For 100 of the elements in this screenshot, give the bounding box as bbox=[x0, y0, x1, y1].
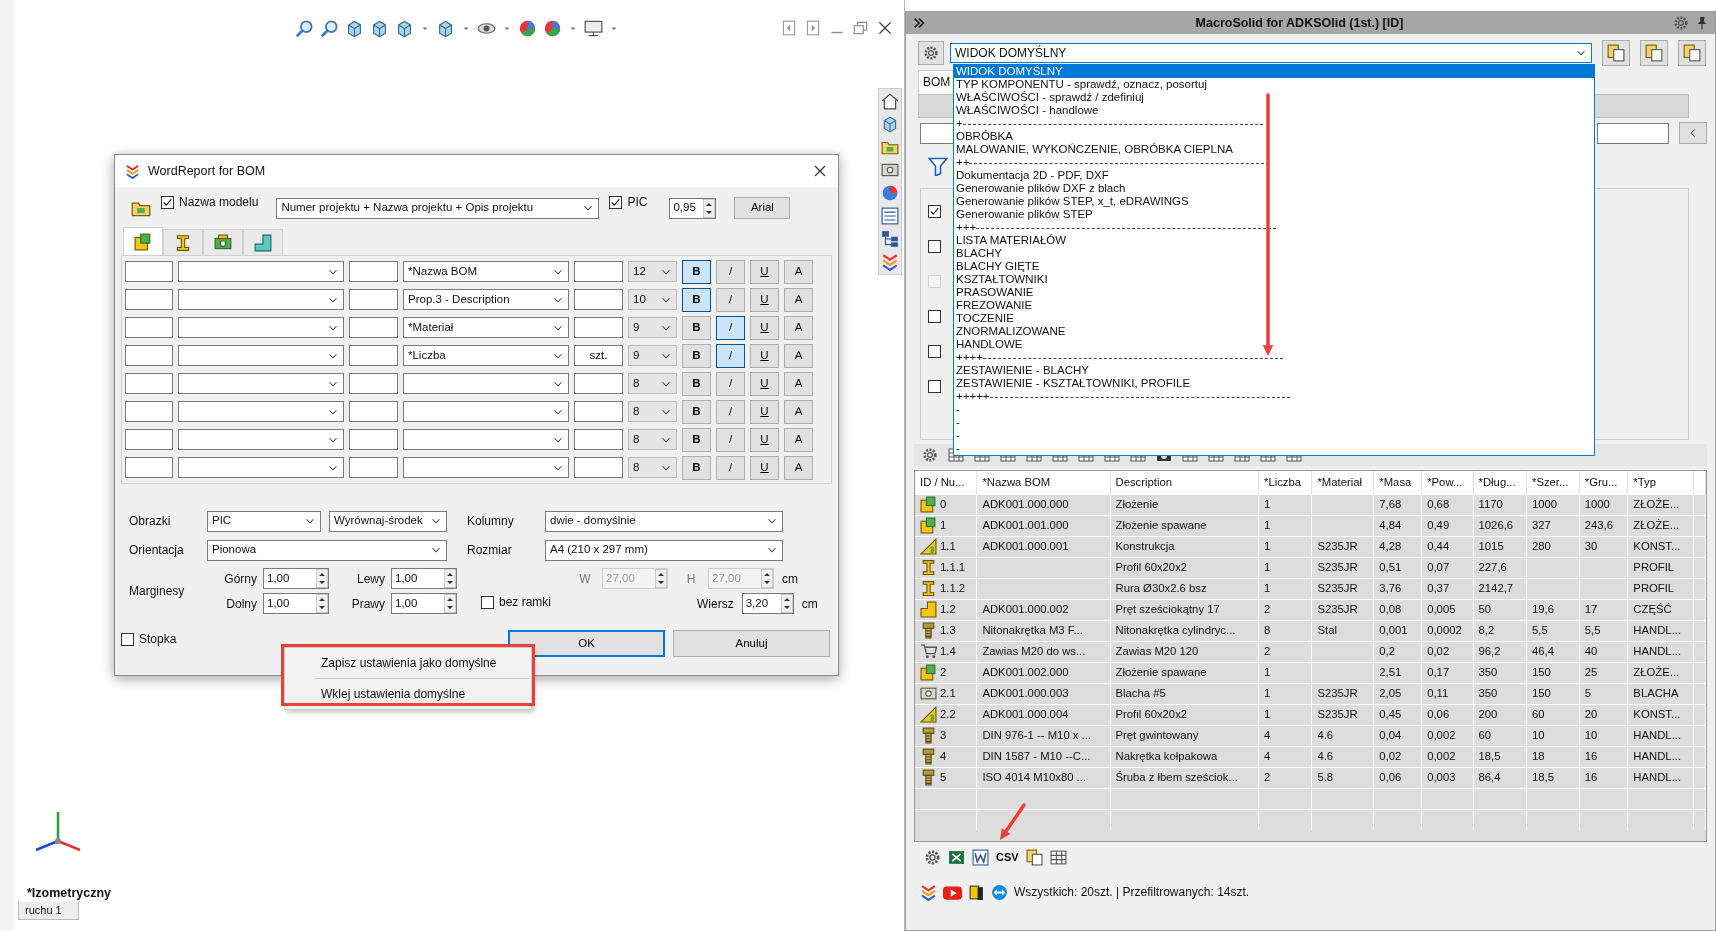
format-toggle[interactable]: U bbox=[750, 427, 779, 452]
text-field[interactable] bbox=[349, 261, 398, 282]
tab[interactable] bbox=[203, 229, 243, 255]
text-field[interactable] bbox=[574, 317, 623, 338]
tab[interactable] bbox=[243, 229, 283, 255]
tab[interactable]: BOM bbox=[918, 70, 956, 94]
dropdown[interactable] bbox=[178, 317, 344, 338]
dropdown-option[interactable]: PRASOWANIE bbox=[954, 286, 1594, 299]
sheet-tab[interactable]: ruchu 1 bbox=[18, 902, 79, 920]
format-toggle[interactable]: U bbox=[750, 455, 779, 480]
dropdown-option[interactable]: Generowanie plików DXF z blach bbox=[954, 182, 1594, 195]
text-field[interactable] bbox=[349, 373, 398, 394]
tree-icon[interactable] bbox=[881, 230, 899, 248]
text-field[interactable] bbox=[125, 457, 173, 478]
dropdown-option[interactable]: - bbox=[954, 429, 1594, 442]
dropdown[interactable] bbox=[178, 345, 344, 366]
text-field[interactable]: szt. bbox=[574, 345, 623, 366]
format-toggle[interactable]: A bbox=[784, 455, 813, 480]
dropdown-option[interactable]: BLACHY bbox=[954, 247, 1594, 260]
tab[interactable] bbox=[123, 227, 163, 255]
dropdown-option[interactable]: HANDLOWE bbox=[954, 338, 1594, 351]
format-toggle[interactable]: / bbox=[716, 399, 745, 424]
cube-icon[interactable] bbox=[881, 115, 899, 133]
settings-icon[interactable] bbox=[924, 848, 941, 866]
format-toggle[interactable]: A bbox=[784, 343, 813, 368]
format-toggle[interactable]: B bbox=[682, 371, 711, 396]
cube-icon[interactable] bbox=[395, 18, 414, 38]
dropdown[interactable] bbox=[403, 429, 569, 450]
text-field[interactable] bbox=[125, 345, 173, 366]
checkbox[interactable] bbox=[928, 205, 941, 218]
checkbox[interactable] bbox=[928, 380, 941, 393]
home-icon[interactable] bbox=[881, 92, 899, 110]
format-toggle[interactable]: / bbox=[716, 259, 745, 284]
format-toggle[interactable]: A bbox=[784, 371, 813, 396]
dropdown-option[interactable]: Dokumentacja 2D - PDF, DXF bbox=[954, 169, 1594, 182]
format-toggle[interactable]: U bbox=[750, 287, 779, 312]
zoom-area-icon[interactable] bbox=[320, 18, 339, 38]
dropdown[interactable]: WIDOK DOMYŚLNY bbox=[950, 42, 1592, 63]
dropdown-option[interactable]: OBRÓBKA bbox=[954, 130, 1594, 143]
remote-icon[interactable] bbox=[991, 883, 1008, 901]
book-icon[interactable] bbox=[968, 883, 985, 901]
text-field[interactable] bbox=[349, 317, 398, 338]
format-toggle[interactable]: A bbox=[784, 399, 813, 424]
cube-icon[interactable] bbox=[436, 18, 455, 38]
dropdown[interactable]: 10 bbox=[628, 289, 677, 310]
format-toggle[interactable]: A bbox=[784, 315, 813, 340]
panel-right-icon[interactable] bbox=[804, 19, 822, 37]
dropdown-option[interactable]: BLACHY GIĘTE bbox=[954, 260, 1594, 273]
column-header[interactable]: *Materiał bbox=[1311, 471, 1374, 494]
dropdown[interactable]: A4 (210 x 297 mm) bbox=[545, 539, 783, 561]
close-icon[interactable] bbox=[876, 19, 894, 37]
text-field[interactable] bbox=[125, 289, 173, 310]
spin-arrows-icon[interactable] bbox=[444, 594, 456, 613]
text-field[interactable] bbox=[574, 261, 623, 282]
format-toggle[interactable]: B bbox=[682, 427, 711, 452]
dropdown[interactable]: 8 bbox=[628, 429, 677, 450]
dropdown[interactable]: 9 bbox=[628, 317, 677, 338]
dropdown[interactable]: Pionowa bbox=[207, 539, 447, 561]
text-field[interactable] bbox=[574, 373, 623, 394]
checkbox[interactable] bbox=[928, 240, 941, 253]
dropdown[interactable]: 12 bbox=[628, 261, 677, 282]
spin-field[interactable]: 1,00 bbox=[391, 568, 457, 589]
text-field[interactable] bbox=[125, 317, 173, 338]
toolbar-button[interactable] bbox=[1640, 39, 1668, 66]
dropdown[interactable]: Prop.3 - Description bbox=[403, 289, 569, 310]
dropdown-option[interactable]: ZESTAWIENIE - BLACHY bbox=[954, 364, 1594, 377]
format-toggle[interactable]: B bbox=[682, 399, 711, 424]
text-field[interactable] bbox=[125, 429, 173, 450]
column-header[interactable]: *Dług... bbox=[1473, 471, 1527, 494]
grid-icon[interactable] bbox=[1049, 848, 1067, 866]
text-field[interactable] bbox=[349, 401, 398, 422]
format-toggle[interactable]: B bbox=[682, 315, 711, 340]
dropdown-option[interactable]: LISTA MATERIAŁÓW bbox=[954, 234, 1594, 247]
dropdown[interactable] bbox=[178, 261, 344, 282]
dropdown-option[interactable]: ZNORMALIZOWANE bbox=[954, 325, 1594, 338]
column-header[interactable]: *Typ bbox=[1627, 471, 1694, 494]
copy-icon[interactable] bbox=[1025, 848, 1043, 866]
font-button[interactable]: Arial bbox=[734, 197, 791, 219]
tab[interactable] bbox=[163, 229, 203, 255]
dropdown[interactable]: 8 bbox=[628, 401, 677, 422]
dropdown-option[interactable]: WIDOK DOMYŚLNY bbox=[954, 65, 1594, 78]
dropdown[interactable] bbox=[178, 429, 344, 450]
format-toggle[interactable]: A bbox=[784, 427, 813, 452]
dialog-button[interactable]: OK bbox=[508, 630, 665, 657]
spreadsheet-icon[interactable] bbox=[948, 848, 965, 866]
spin-arrows-icon[interactable] bbox=[316, 569, 328, 588]
zoom-to-fit-icon[interactable] bbox=[295, 18, 314, 38]
format-toggle[interactable]: B bbox=[682, 343, 711, 368]
format-toggle[interactable]: / bbox=[716, 315, 745, 340]
text-field[interactable] bbox=[349, 345, 398, 366]
dropdown-option[interactable]: - bbox=[954, 442, 1594, 455]
plate-icon[interactable] bbox=[881, 161, 899, 179]
dropdown-option[interactable]: TYP KOMPONENTU - sprawdź, oznacz, posortuj bbox=[954, 78, 1594, 91]
column-header[interactable]: *Pow... bbox=[1421, 471, 1474, 494]
settings-button[interactable] bbox=[918, 40, 944, 65]
restore-icon[interactable] bbox=[852, 19, 870, 37]
text-field[interactable] bbox=[1597, 122, 1669, 144]
format-toggle[interactable]: U bbox=[750, 259, 779, 284]
spin-field[interactable]: 0,95 bbox=[669, 197, 717, 219]
dropdown[interactable] bbox=[403, 401, 569, 422]
